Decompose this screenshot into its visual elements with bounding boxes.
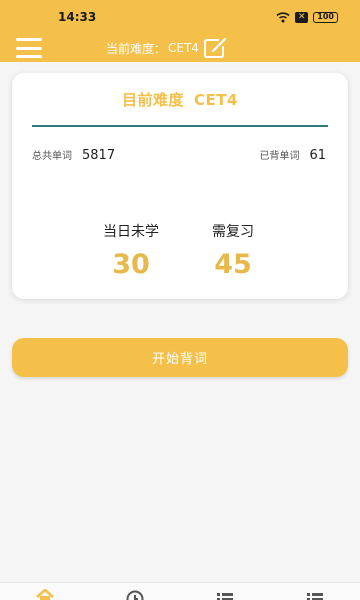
need-review-stat: 需复习 45 [208, 221, 258, 280]
stats-card: 目前难度 CET4 总共单词 5817 已背单词 61 当日未学 30 需复习 4… [12, 73, 348, 299]
status-time: 14:33 [58, 10, 97, 24]
learned-words-value: 61 [309, 148, 326, 163]
today-unlearned-label: 当日未学 [103, 224, 159, 240]
difficulty-label: 当前难度： [106, 41, 167, 56]
status-icons: ✕ 100 [276, 11, 338, 23]
list-icon [217, 593, 233, 600]
list-icon-2 [307, 593, 323, 600]
home-icon [36, 589, 54, 600]
card-title-label: 目前难度 [122, 91, 185, 109]
wifi-icon [276, 12, 290, 23]
card-title: 目前难度 CET4 [12, 89, 348, 110]
nav-list-2[interactable] [305, 589, 325, 600]
total-words-label: 总共单词 [32, 151, 72, 162]
start-memorize-button[interactable]: 开始背词 [12, 338, 348, 377]
total-words-stat: 总共单词 5817 [32, 147, 115, 163]
status-bar: 14:33 ✕ 100 [0, 0, 360, 34]
app-bar: 当前难度： CET4 [0, 34, 360, 62]
battery-icon: 100 [313, 11, 338, 23]
nav-history[interactable] [125, 589, 145, 600]
need-review-label: 需复习 [212, 224, 254, 240]
difficulty-value: CET4 [168, 41, 199, 55]
menu-icon[interactable] [16, 38, 42, 58]
notification-x-icon: ✕ [295, 11, 309, 23]
card-divider [32, 125, 328, 127]
need-review-value: 45 [214, 249, 252, 280]
learned-words-label: 已背单词 [259, 151, 300, 162]
card-title-value: CET4 [194, 91, 238, 109]
difficulty-selector[interactable]: 当前难度： CET4 [106, 37, 229, 59]
learned-words-stat: 已背单词 61 [259, 147, 326, 163]
edit-icon[interactable] [203, 37, 229, 59]
nav-list[interactable] [215, 589, 235, 600]
today-unlearned-stat: 当日未学 30 [96, 221, 166, 280]
today-unlearned-value: 30 [112, 249, 150, 280]
history-icon [126, 590, 144, 600]
total-words-value: 5817 [82, 148, 116, 163]
bottom-nav [0, 582, 360, 600]
nav-home[interactable] [35, 589, 55, 600]
